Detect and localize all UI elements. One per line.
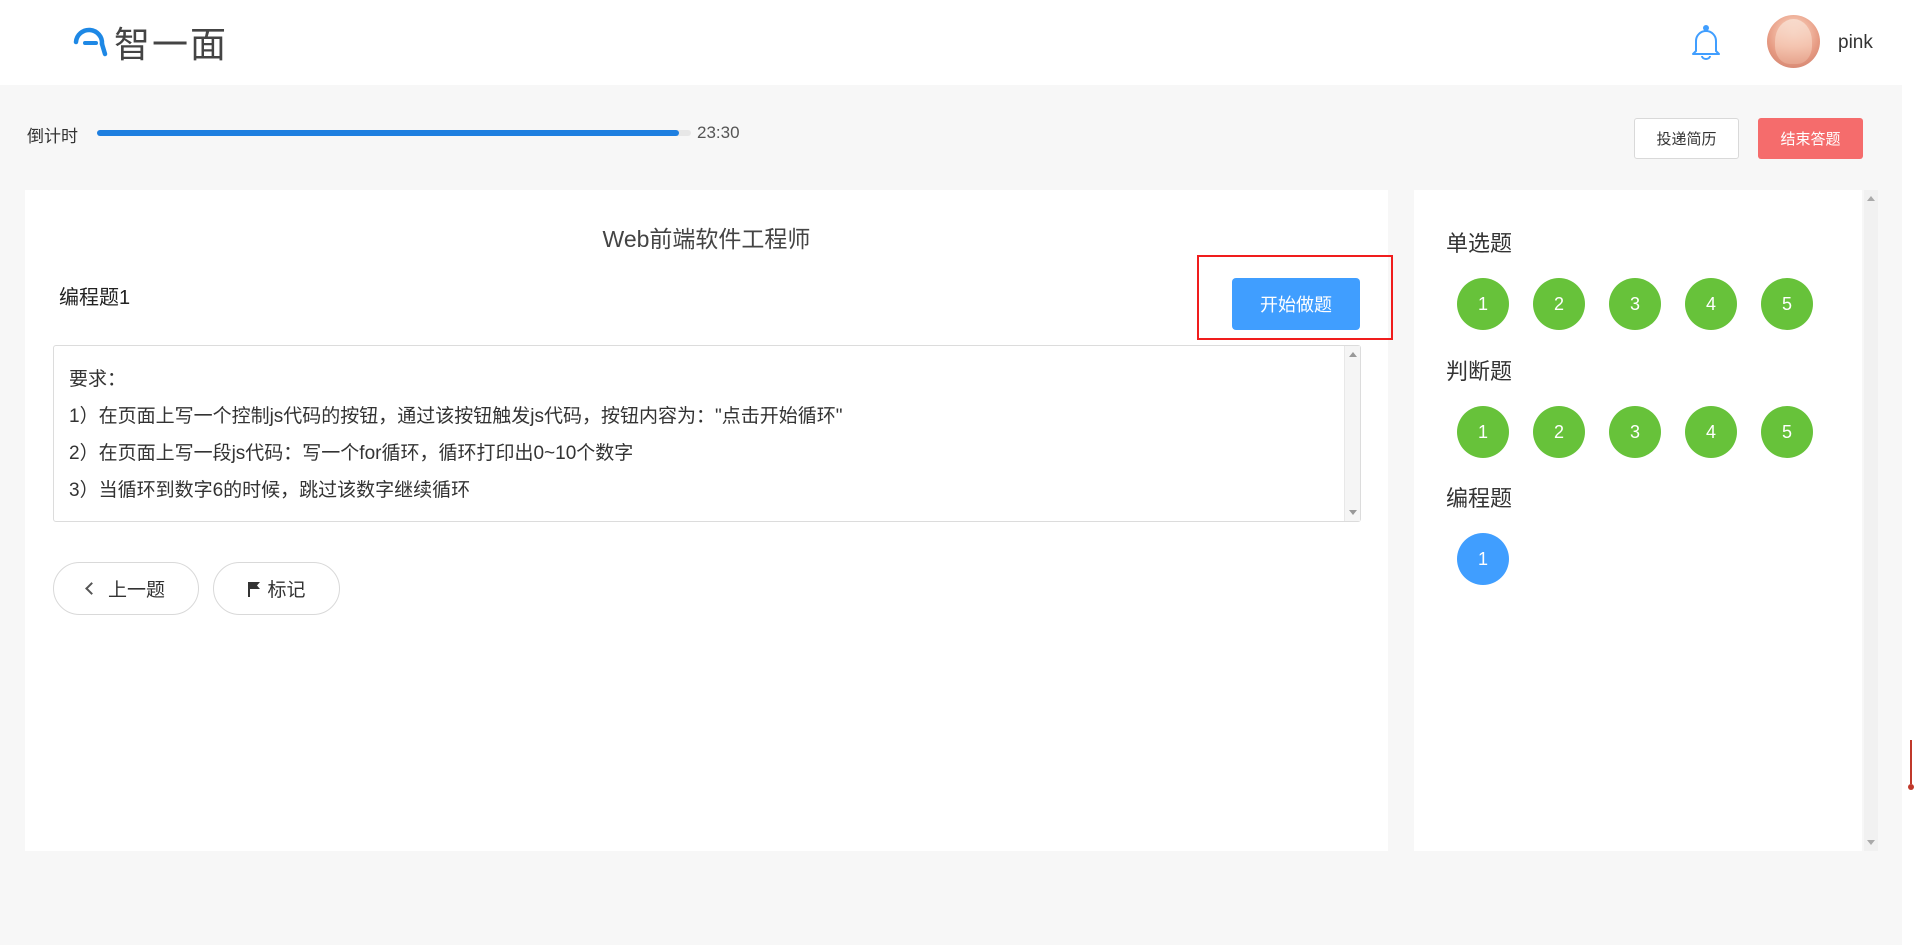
question-number-button[interactable]: 5	[1761, 278, 1813, 330]
answer-sheet-panel: 单选题 1 2 3 4 5 判断题 1 2 3 4 5 编程题 1	[1414, 190, 1862, 851]
countdown-progress-fill	[97, 130, 680, 136]
previous-question-label: 上一题	[107, 580, 165, 601]
top-header: 智一面 pink	[0, 0, 1902, 85]
end-exam-button[interactable]: 结束答题	[1758, 118, 1863, 159]
answer-sheet-scrollbar[interactable]	[1864, 190, 1878, 851]
true-false-question-list: 1 2 3 4 5	[1457, 406, 1813, 458]
single-choice-question-list: 1 2 3 4 5	[1457, 278, 1813, 330]
requirements-box[interactable]: 要求： 1）在页面上写一个控制js代码的按钮，通过该按钮触发js代码，按钮内容为…	[53, 345, 1361, 522]
question-title: 编程题1	[59, 287, 131, 309]
requirement-line: 要求：	[69, 369, 127, 390]
requirement-line: 1）在页面上写一个控制js代码的按钮，通过该按钮触发js代码，按钮内容为："点击…	[69, 406, 843, 427]
notification-bell-icon[interactable]	[1690, 24, 1722, 60]
requirement-line: 3）当循环到数字6的时候，跳过该数字继续循环	[69, 480, 471, 501]
scroll-down-arrow-icon[interactable]	[1349, 510, 1357, 515]
question-number-button[interactable]: 1	[1457, 278, 1509, 330]
start-answer-button[interactable]: 开始做题	[1232, 278, 1360, 330]
question-number-button[interactable]: 2	[1533, 278, 1585, 330]
countdown-time: 23:30	[697, 123, 740, 142]
mark-question-label: 标记	[267, 580, 306, 601]
section-title-programming: 编程题	[1446, 486, 1513, 511]
logo[interactable]: 智一面	[70, 22, 228, 66]
username[interactable]: pink	[1838, 32, 1873, 54]
thermometer-icon	[1908, 740, 1914, 790]
logo-text: 智一面	[114, 25, 229, 66]
countdown-label: 倒计时	[27, 127, 78, 146]
page-scrollbar[interactable]	[1902, 0, 1920, 945]
avatar[interactable]	[1767, 15, 1820, 68]
countdown-progress-bar	[97, 130, 691, 136]
logo-mark-icon	[73, 27, 108, 57]
programming-question-list: 1	[1457, 533, 1509, 585]
exam-title: Web前端软件工程师	[602, 226, 811, 252]
requirement-line: 2）在页面上写一段js代码：写一个for循环，循环打印出0~10个数字	[69, 443, 634, 464]
question-number-button[interactable]: 5	[1761, 406, 1813, 458]
previous-question-button[interactable]: 上一题	[53, 562, 199, 615]
question-number-button[interactable]: 4	[1685, 406, 1737, 458]
requirements-scrollbar[interactable]	[1344, 346, 1360, 521]
question-number-button[interactable]: 3	[1609, 278, 1661, 330]
submit-resume-button[interactable]: 投递简历	[1634, 118, 1739, 159]
flag-icon	[248, 581, 261, 597]
scroll-down-arrow-icon[interactable]	[1867, 840, 1875, 845]
section-title-single-choice: 单选题	[1446, 231, 1513, 256]
mark-question-button[interactable]: 标记	[213, 562, 340, 615]
question-number-button[interactable]: 1	[1457, 533, 1509, 585]
question-number-button[interactable]: 1	[1457, 406, 1509, 458]
question-number-button[interactable]: 2	[1533, 406, 1585, 458]
scroll-up-arrow-icon[interactable]	[1867, 196, 1875, 201]
question-number-button[interactable]: 4	[1685, 278, 1737, 330]
section-title-true-false: 判断题	[1446, 359, 1513, 384]
question-panel: Web前端软件工程师 编程题1 开始做题 要求： 1）在页面上写一个控制js代码…	[25, 190, 1393, 851]
question-number-button[interactable]: 3	[1609, 406, 1661, 458]
chevron-left-icon	[85, 582, 98, 595]
scroll-up-arrow-icon[interactable]	[1349, 352, 1357, 357]
